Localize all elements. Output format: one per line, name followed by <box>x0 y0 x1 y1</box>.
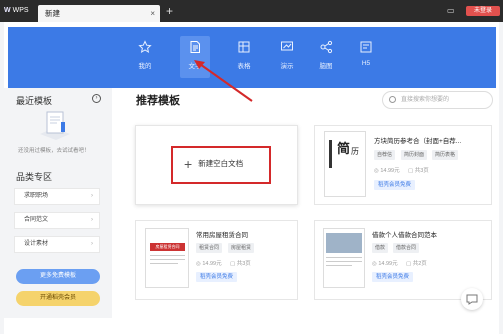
search-placeholder: 直接搜索你想要的 <box>401 97 450 103</box>
wps-logo-icon: W <box>4 7 11 14</box>
template-tag[interactable]: 借款合同 <box>393 243 420 253</box>
more-free-label: 更多免费模板 <box>39 273 76 279</box>
price-value: 14.99元 <box>378 261 398 267</box>
pages-value: 共3页 <box>414 168 429 174</box>
template-tag[interactable]: 简历封面 <box>401 150 428 160</box>
plus-icon: + <box>184 156 193 172</box>
template-title: 常用房屋租赁合同 <box>196 232 248 239</box>
price-value: 14.99元 <box>380 168 400 174</box>
category-job[interactable]: 求职职场 › <box>14 188 100 205</box>
category-design[interactable]: 设计素材 › <box>14 236 100 253</box>
vip-free-tag[interactable]: 稻壳会员免费 <box>196 272 238 282</box>
template-pages: ▢ 共3页 <box>230 261 251 267</box>
close-tab-icon[interactable]: × <box>150 5 155 22</box>
open-vip-button[interactable]: 开通稻壳会员 <box>16 291 100 306</box>
template-tag[interactable]: 借款 <box>372 243 389 253</box>
type-presentation[interactable]: 演示 <box>272 36 302 78</box>
window-icon[interactable]: ▭ <box>447 6 457 15</box>
category-title: 品类专区 <box>16 172 53 182</box>
new-blank-button[interactable]: + 新建空白文档 <box>184 156 243 172</box>
pages-value: 共3页 <box>236 261 251 267</box>
more-free-button[interactable]: 更多免费模板 <box>16 269 100 284</box>
template-title: 借款个人借款合同范本 <box>372 232 437 239</box>
template-price: ◎ 14.99元 <box>372 261 398 267</box>
template-pages: ▢ 共3页 <box>408 168 429 174</box>
chat-icon[interactable] <box>461 288 483 310</box>
open-vip-label: 开通稻壳会员 <box>39 295 76 301</box>
title-bar: W WPS 新建 × + ▭ 未登录 <box>0 0 503 22</box>
chevron-right-icon: › <box>91 217 93 223</box>
vip-free-tag[interactable]: 稻壳会员免费 <box>372 272 414 282</box>
app-name: WPS <box>12 7 29 14</box>
document-icon <box>190 41 200 53</box>
vip-free-tag[interactable]: 稻壳会员免费 <box>374 180 416 190</box>
type-label: 演示 <box>280 63 294 70</box>
arrow-right-icon[interactable]: › <box>92 94 101 103</box>
category-label: 设计素材 <box>24 241 49 247</box>
presentation-icon <box>281 41 293 51</box>
empty-doc-illustration <box>40 111 70 140</box>
recent-templates-title: 最近模板 <box>16 96 53 106</box>
type-mindmap[interactable]: 脑图 <box>311 36 341 78</box>
recommended-heading: 推荐模板 <box>136 95 180 107</box>
template-price: ◎ 14.99元 <box>374 168 400 174</box>
template-tag[interactable]: 简历表格 <box>432 150 459 160</box>
thumb-text: 简 <box>337 141 351 156</box>
type-h5[interactable]: H5 <box>351 36 381 78</box>
new-tab-button[interactable]: + <box>166 3 173 19</box>
search-icon <box>389 96 396 103</box>
tab-new[interactable]: 新建 × <box>38 5 160 22</box>
wps-logo[interactable]: W WPS <box>4 4 34 18</box>
chevron-right-icon: › <box>91 193 93 199</box>
template-title: 方块简历参考合（封面+自荐... <box>374 138 462 145</box>
category-label: 求职职场 <box>24 193 49 199</box>
template-price: ◎ 14.99元 <box>196 261 222 267</box>
mindmap-icon <box>320 40 333 54</box>
recent-empty-text: 还没用过模板，去试试看吧！ <box>18 148 90 154</box>
price-value: 14.99元 <box>202 261 222 267</box>
pages-value: 共2页 <box>412 261 427 267</box>
type-mine[interactable]: 我的 <box>130 36 160 78</box>
login-badge[interactable]: 未登录 <box>466 6 500 16</box>
chevron-right-icon: › <box>91 241 93 247</box>
category-contract[interactable]: 合同范文 › <box>14 212 100 229</box>
resume-thumbnail[interactable]: 简 历 <box>324 131 366 197</box>
template-pages: ▢ 共2页 <box>406 261 427 267</box>
template-search-input[interactable]: 直接搜索你想要的 <box>382 91 493 109</box>
thumb-text: 历 <box>351 147 359 156</box>
star-icon <box>138 40 152 54</box>
type-label: H5 <box>361 60 371 67</box>
thumb-text: 房屋租赁合同 <box>150 243 185 251</box>
annotation-arrow <box>194 60 253 102</box>
type-label: 脑图 <box>319 63 333 70</box>
type-label: 我的 <box>138 63 152 70</box>
lease-thumbnail[interactable]: 房屋租赁合同 <box>145 228 189 288</box>
new-blank-label: 新建空白文档 <box>198 158 244 168</box>
template-tag[interactable]: 房屋租赁 <box>228 243 255 253</box>
h5-icon <box>360 41 372 53</box>
tab-label: 新建 <box>45 9 60 18</box>
template-tag[interactable]: 自荐信 <box>374 150 396 160</box>
category-label: 合同范文 <box>24 217 49 223</box>
template-tag[interactable]: 租赁合同 <box>196 243 223 253</box>
table-icon <box>238 41 250 53</box>
loan-thumbnail[interactable] <box>323 228 365 288</box>
chat-bubble-icon <box>466 294 478 305</box>
